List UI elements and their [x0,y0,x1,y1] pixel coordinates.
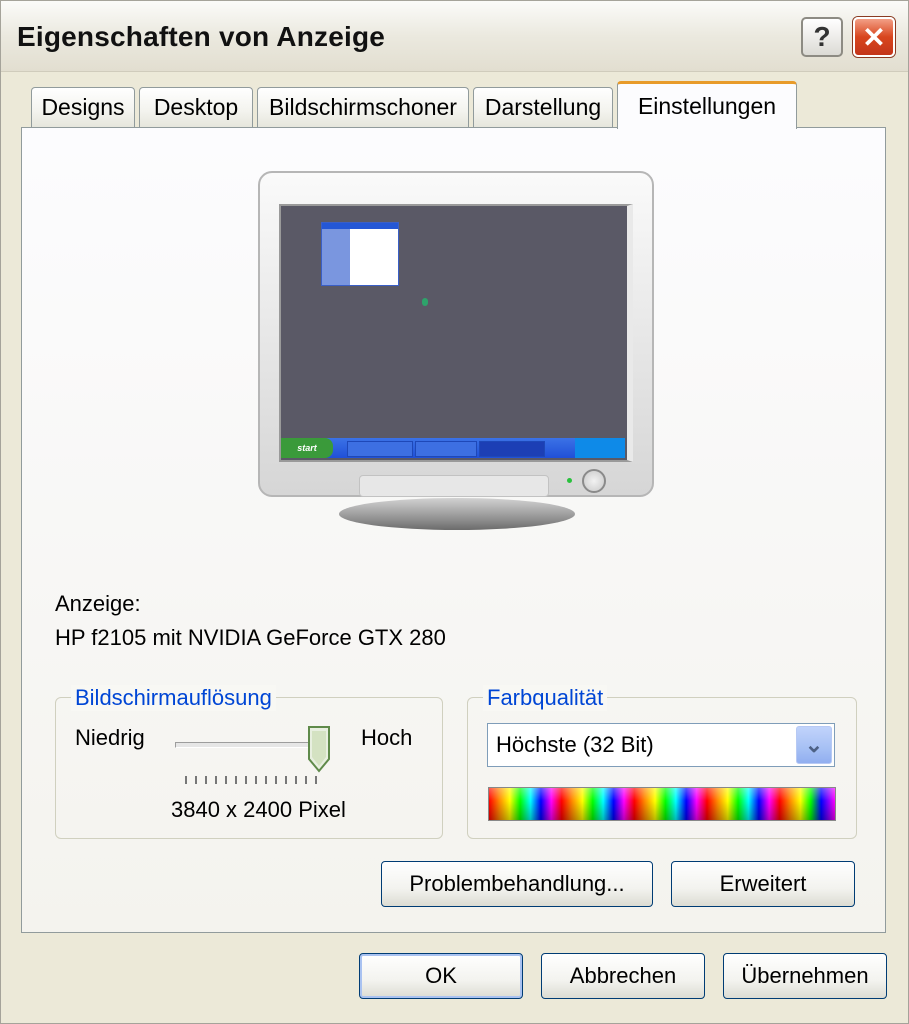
color-quality-legend: Farbqualität [483,685,608,711]
monitor-stand [339,498,575,530]
resolution-value: 3840 x 2400 Pixel [171,797,346,822]
troubleshoot-button[interactable]: Problembehandlung... [381,861,653,907]
system-tray [575,438,625,458]
dropdown-button[interactable]: ⌄ [796,726,832,764]
taskbar-item [415,441,477,457]
color-spectrum-bar [488,787,836,821]
help-button[interactable]: ? [801,17,843,57]
preview-window-icon [321,222,399,286]
help-icon: ? [813,21,831,52]
window-title: Eigenschaften von Anzeige [17,21,386,52]
preview-taskbar: start [281,438,625,458]
resolution-legend: Bildschirmauflösung [71,685,276,711]
tab-settings[interactable]: Einstellungen [617,81,797,129]
taskbar-item [479,441,545,457]
display-properties-window: Eigenschaften von Anzeige ? ✕ Designs De… [0,0,909,1024]
cancel-button[interactable]: Abbrechen [541,953,705,999]
resolution-slider-thumb[interactable] [307,725,331,773]
tab-appearance[interactable]: Darstellung [473,87,613,127]
resolution-high-label: Hoch [361,725,413,750]
color-quality-value: Höchste (32 Bit) [496,732,654,757]
tab-designs[interactable]: Designs [31,87,135,127]
chevron-down-icon: ⌄ [804,732,824,757]
tab-screensaver[interactable]: Bildschirmschoner [257,87,469,127]
advanced-button[interactable]: Erweitert [671,861,855,907]
display-device: HP f2105 mit NVIDIA GeForce GTX 280 [55,625,446,650]
close-icon: ✕ [862,21,886,53]
tab-desktop[interactable]: Desktop [139,87,253,127]
close-button[interactable]: ✕ [853,17,895,57]
apply-button[interactable]: Übernehmen [723,953,887,999]
title-bar[interactable]: Eigenschaften von Anzeige ? ✕ [1,1,908,72]
ok-button[interactable]: OK [359,953,523,999]
power-led-icon [567,478,572,483]
start-button-icon: start [281,438,333,458]
resolution-low-label: Niedrig [75,725,145,750]
display-label: Anzeige: [55,591,141,616]
monitor-bezel-panel [359,475,549,497]
slider-ticks [185,776,321,784]
color-quality-select[interactable]: Höchste (32 Bit) ⌄ [487,723,835,767]
taskbar-item [347,441,413,457]
desktop-icon [422,298,428,306]
power-button-icon [582,469,606,493]
resolution-slider-track[interactable] [175,742,323,748]
